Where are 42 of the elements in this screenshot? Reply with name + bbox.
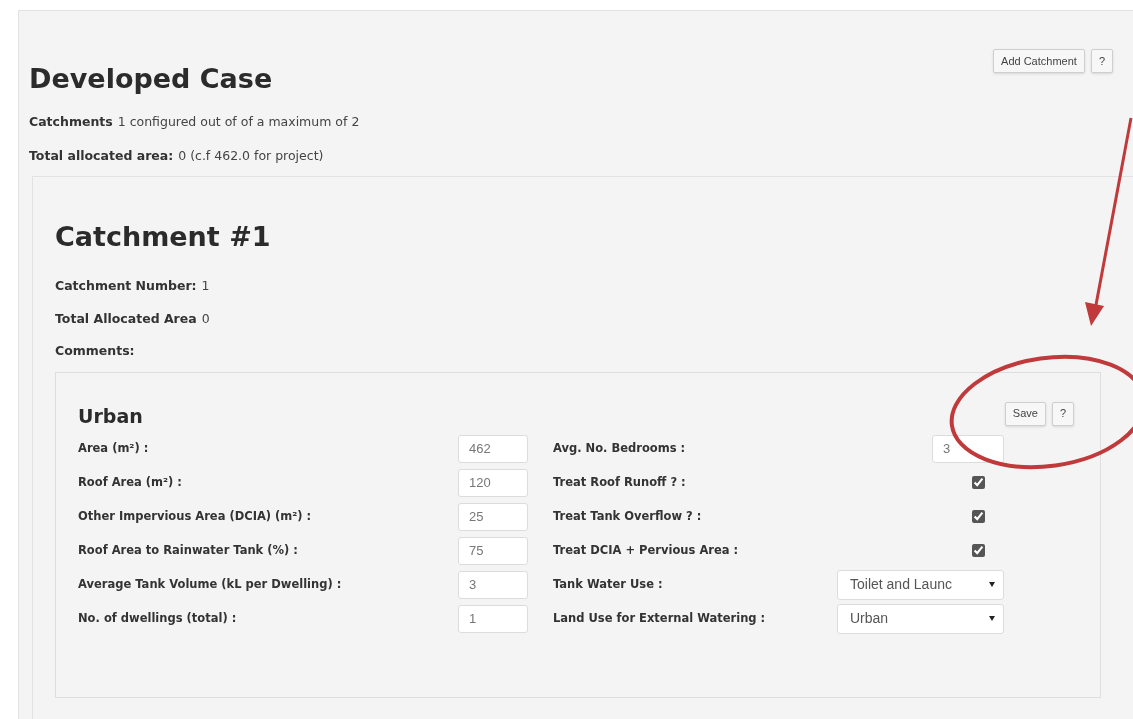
section-title: Urban bbox=[78, 406, 143, 426]
field-label: Average Tank Volume (kL per Dwelling) : bbox=[78, 575, 342, 593]
field-label: Land Use for External Watering : bbox=[553, 609, 766, 627]
page-title: Developed Case bbox=[29, 65, 273, 92]
field-label: Comments: bbox=[55, 345, 135, 358]
input-field[interactable]: 75 bbox=[458, 536, 528, 565]
field-label: Area (m²) : bbox=[78, 439, 149, 457]
field-label: Roof Area to Rainwater Tank (%) : bbox=[78, 541, 298, 559]
field-label: Total allocated area: bbox=[29, 149, 174, 162]
dropdown[interactable]: Urban bbox=[837, 603, 1004, 634]
help-button[interactable]: ? bbox=[1090, 49, 1113, 73]
add-catchment-button[interactable]: Add Catchment bbox=[993, 49, 1085, 73]
field-value: 1 bbox=[201, 280, 210, 293]
input-field[interactable]: 3 bbox=[458, 570, 528, 599]
catchment-title: Catchment #1 bbox=[55, 223, 272, 250]
field-label: Other Impervious Area (DCIA) (m²) : bbox=[78, 507, 312, 525]
field-label: Avg. No. Bedrooms : bbox=[553, 439, 686, 457]
field-label: Catchments bbox=[29, 116, 113, 129]
field-value: 0 bbox=[201, 312, 210, 325]
input-field[interactable]: 25 bbox=[458, 502, 528, 531]
input-field[interactable]: 1 bbox=[458, 604, 528, 633]
help-button[interactable]: ? bbox=[1051, 401, 1074, 426]
checkbox[interactable] bbox=[972, 510, 985, 523]
field-label: Treat DCIA + Pervious Area : bbox=[553, 541, 739, 559]
caret-icon bbox=[989, 616, 995, 621]
field-value: 0 (c.f 462.0 for project) bbox=[178, 149, 324, 162]
field-label: Catchment Number: bbox=[55, 280, 197, 293]
dropdown[interactable]: Toilet and Launc bbox=[837, 569, 1004, 600]
input-field[interactable]: 3 bbox=[932, 434, 1004, 463]
checkbox[interactable] bbox=[972, 544, 985, 557]
field-label: Treat Tank Overflow ? : bbox=[553, 507, 702, 525]
input-field[interactable]: 462 bbox=[458, 434, 528, 463]
field-label: Tank Water Use : bbox=[553, 575, 663, 593]
field-label: No. of dwellings (total) : bbox=[78, 609, 237, 627]
save-button[interactable]: Save bbox=[1004, 401, 1046, 426]
field-label: Total Allocated Area bbox=[55, 312, 197, 325]
field-value: 1 configured out of of a maximum of 2 bbox=[117, 116, 360, 129]
field-label: Treat Roof Runoff ? : bbox=[553, 473, 686, 491]
checkbox[interactable] bbox=[972, 476, 985, 489]
input-field[interactable]: 120 bbox=[458, 468, 528, 497]
caret-icon bbox=[989, 582, 995, 587]
field-label: Roof Area (m²) : bbox=[78, 473, 182, 491]
